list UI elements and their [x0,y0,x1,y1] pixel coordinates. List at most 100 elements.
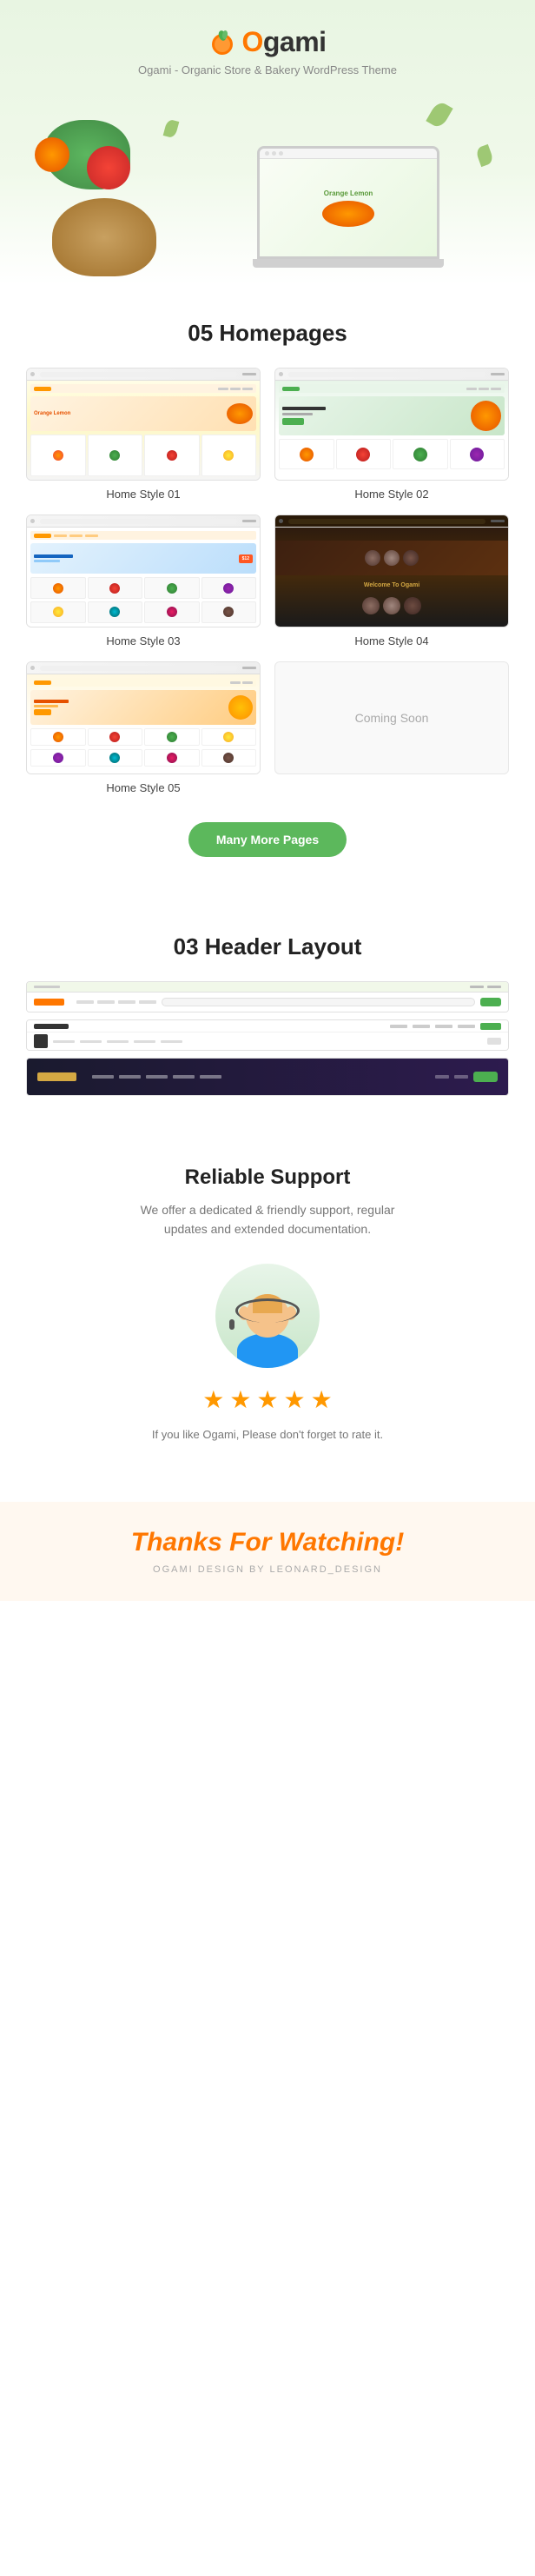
stars-row: ★ ★ ★ ★ ★ [26,1385,509,1414]
dark-nav-4 [173,1075,195,1079]
nav-url-03 [40,519,237,524]
home-05-label: Home Style 05 [26,781,261,794]
header2-nav-2 [80,1040,102,1043]
home-style-01-thumb: Orange Lemon [26,368,261,481]
coming-soon-text: Coming Soon [355,711,429,725]
leaf-decoration-1 [426,100,452,129]
hero-image: Orange Lemon [17,94,518,285]
homepages-title: 05 Homepages [26,320,509,347]
rate-text: If you like Ogami, Please don't forget t… [26,1428,509,1441]
header1-top-bar [27,982,508,993]
tagline: Ogami - Organic Store & Bakery WordPress… [17,63,518,76]
nav-item-2 [97,1000,115,1004]
header3-cart [473,1072,498,1082]
nav-icon-04 [491,520,505,522]
header1-cart [480,998,501,1006]
red-veggie [87,146,130,189]
nav-dot-3 [85,534,98,537]
home02-fruit [471,401,501,431]
header2-logo [34,1024,69,1029]
nav-dot-1 [54,534,67,537]
avatar-person [237,1294,298,1368]
nav-item-4 [139,1000,156,1004]
top-bar-icon-2 [487,986,501,988]
thumb-content-04: Welcome To Ogami [275,528,508,627]
avatar-mic [229,1319,234,1330]
screen-top-bar [260,149,437,159]
dark-nav-1 [92,1075,114,1079]
header2-cart [480,1023,501,1030]
home-style-05-item: Home Style 05 [26,661,261,794]
dark-nav-5 [200,1075,221,1079]
avatar-body [237,1333,298,1368]
homepages-section: 05 Homepages [0,285,535,899]
product-mini-4 [201,435,257,476]
screen-content: Orange Lemon [260,159,437,256]
nav-url-02 [288,372,485,377]
star-3: ★ [256,1385,278,1414]
header2-nav-5 [161,1040,182,1043]
header-layout-2 [26,1019,509,1051]
thumb-bar-05 [27,662,260,674]
logo-text: Ogami [241,26,326,58]
home01-banner-text: Orange Lemon [34,411,70,416]
logo-icon [208,29,236,56]
product-mini-3 [144,435,200,476]
home-01-label: Home Style 01 [26,488,261,501]
screen-dot-1 [265,151,269,156]
thumb-inner-02 [275,368,508,480]
star-2: ★ [229,1385,251,1414]
support-avatar [215,1264,320,1368]
header2-icon [487,1038,501,1045]
header-layout-title: 03 Header Layout [26,933,509,960]
header2-nav-3 [107,1040,129,1043]
logo-rest: gami [263,26,327,57]
nav-icon-03 [242,520,256,522]
home02-banner [279,396,505,435]
product-mini-2 [88,435,143,476]
header1-main-bar [27,993,508,1012]
home-style-03-item: $12 [26,515,261,647]
star-1: ★ [202,1385,224,1414]
orange-veggie [35,137,69,172]
logo-area: Ogami [17,26,518,58]
home-style-01-item: Orange Lemon Home Style 01 [26,368,261,501]
top-bar-text-1 [34,986,60,988]
coming-soon-thumb: Coming Soon [274,661,509,774]
thanks-credit: OGAMI DESIGN BY LEONARD_DESIGN [17,1564,518,1575]
avatar-background [215,1264,320,1368]
home-style-03-thumb: $12 [26,515,261,627]
thumb-content-05 [27,674,260,773]
home01-banner: Orange Lemon [30,396,256,431]
dark-nav-3 [146,1075,168,1079]
thumb-inner-03: $12 [27,515,260,627]
homepage-grid-row1: Orange Lemon Home Style 01 [26,368,509,501]
laptop-base [253,259,444,268]
header2-top-item-3 [435,1025,452,1028]
many-more-pages-button[interactable]: Many More Pages [188,822,347,857]
home-style-02-item: Home Style 02 [274,368,509,501]
header2-top-item-4 [458,1025,475,1028]
homepage-grid-row3: Home Style 05 Coming Soon [26,661,509,794]
thumb-content-01: Orange Lemon [27,381,260,480]
laptop-mockup: Orange Lemon [257,146,466,285]
top-bar-icon-1 [470,986,484,988]
header1-logo [34,999,64,1006]
dark-icon-1 [435,1075,449,1079]
header-layout-1 [26,981,509,1012]
avatar-head [246,1294,289,1338]
nav-circle-1 [30,372,35,376]
header2-top-item-1 [390,1025,407,1028]
star-4: ★ [284,1385,306,1414]
nav-icon-02 [491,373,505,375]
home-02-label: Home Style 02 [274,488,509,501]
home01-products [30,435,256,476]
header3-logo [37,1072,76,1081]
thumb-content-02 [275,381,508,480]
header-layout-section: 03 Header Layout [0,899,535,1131]
avatar-headset [235,1298,300,1323]
home-style-04-thumb: Welcome To Ogami [274,515,509,627]
vegetables-decoration [35,120,191,285]
dark-nav-2 [119,1075,141,1079]
thumb-inner-05 [27,662,260,773]
